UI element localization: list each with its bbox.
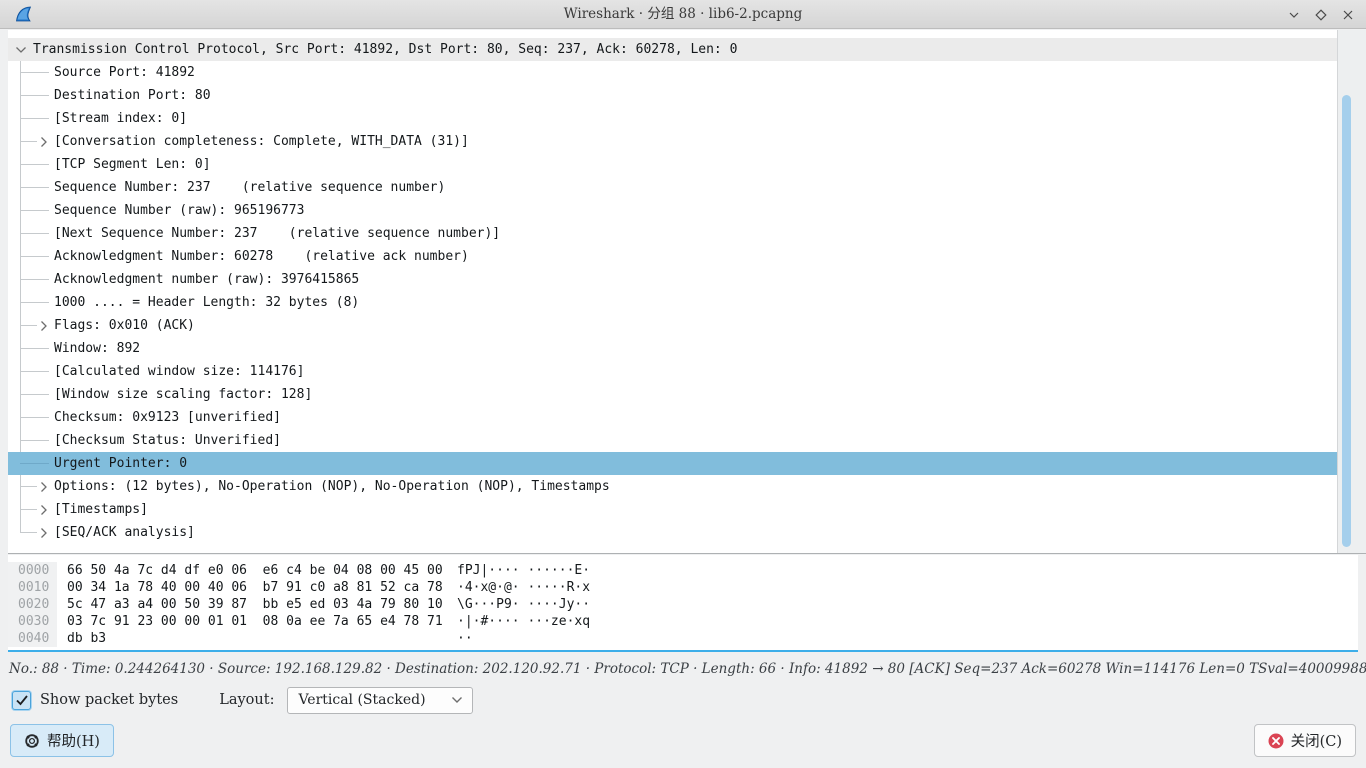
tree-row-text: Flags: 0x010 (ACK) xyxy=(54,318,195,333)
tree-row-text: Window: 892 xyxy=(54,341,140,356)
help-button-label: 帮助(H) xyxy=(47,730,100,751)
tree-row[interactable]: [Calculated window size: 114176] xyxy=(8,360,1337,383)
tree-row[interactable]: [Next Sequence Number: 237 (relative seq… xyxy=(8,222,1337,245)
hex-bytes: 00 34 1a 78 40 00 40 06 b7 91 c0 a8 81 5… xyxy=(67,579,457,596)
close-window-icon[interactable] xyxy=(1341,8,1354,21)
tree-row-text: 1000 .... = Header Length: 32 bytes (8) xyxy=(54,295,359,310)
ascii-bytes: ·4·x@·@· ·····R·x xyxy=(457,580,590,595)
ascii-bytes: \G···P9· ····Jy·· xyxy=(457,597,590,612)
tree-row[interactable]: 1000 .... = Header Length: 32 bytes (8) xyxy=(8,291,1337,314)
tree-row[interactable]: Options: (12 bytes), No-Operation (NOP),… xyxy=(8,475,1337,498)
close-button-label: 关闭(C) xyxy=(1291,730,1342,751)
tree-row[interactable]: Transmission Control Protocol, Src Port:… xyxy=(8,38,1337,61)
byte-offset: 0000 xyxy=(8,562,57,579)
tree-row-text: [Window size scaling factor: 128] xyxy=(54,387,312,402)
checkbox-box[interactable] xyxy=(12,691,31,710)
ascii-bytes: ·|·#···· ···ze·xq xyxy=(457,614,590,629)
tree-row[interactable]: Checksum: 0x9123 [unverified] xyxy=(8,406,1337,429)
tree-row[interactable]: [Timestamps] xyxy=(8,498,1337,521)
tree-row[interactable]: Destination Port: 80 xyxy=(8,84,1337,107)
byte-offset: 0010 xyxy=(8,579,57,596)
hex-row[interactable]: 0000 66 50 4a 7c d4 df e0 06 e6 c4 be 04 … xyxy=(8,562,1358,579)
tree-row-text: Acknowledgment number (raw): 3976415865 xyxy=(54,272,359,287)
scrollbar-thumb[interactable] xyxy=(1342,95,1351,547)
packet-summary-line: No.: 88 · Time: 0.244264130 · Source: 19… xyxy=(9,661,1358,677)
tree-row-text: Destination Port: 80 xyxy=(54,88,211,103)
dialog-button-row: 帮助(H) 关闭(C) xyxy=(10,724,1356,757)
tree-row[interactable]: Acknowledgment number (raw): 3976415865 xyxy=(8,268,1337,291)
byte-offset: 0030 xyxy=(8,613,57,630)
packet-bytes-pane: 0000 66 50 4a 7c d4 df e0 06 e6 c4 be 04 … xyxy=(8,555,1358,652)
tree-row[interactable]: Sequence Number: 237 (relative sequence … xyxy=(8,176,1337,199)
tree-row[interactable]: Sequence Number (raw): 965196773 xyxy=(8,199,1337,222)
window-controls xyxy=(1287,0,1354,29)
maximize-icon[interactable] xyxy=(1314,8,1327,21)
tree-row-text: Checksum: 0x9123 [unverified] xyxy=(54,410,281,425)
tree-row-text: Sequence Number (raw): 965196773 xyxy=(54,203,304,218)
hex-row[interactable]: 0040 db b3·· xyxy=(8,630,1358,647)
hex-bytes: db b3 xyxy=(67,630,457,647)
expand-icon[interactable] xyxy=(37,135,50,148)
tree-row-text: [TCP Segment Len: 0] xyxy=(54,157,211,172)
tree-row[interactable]: Flags: 0x010 (ACK) xyxy=(8,314,1337,337)
chevron-down-icon xyxy=(451,696,463,704)
ascii-bytes: fPJ|···· ······E· xyxy=(457,563,590,578)
tree-row-text: Sequence Number: 237 (relative sequence … xyxy=(54,180,445,195)
tree-row[interactable]: Source Port: 41892 xyxy=(8,61,1337,84)
tree-row[interactable]: [SEQ/ACK analysis] xyxy=(8,521,1337,544)
packet-detail-tree: Transmission Control Protocol, Src Port:… xyxy=(8,30,1366,554)
close-red-icon xyxy=(1268,733,1284,749)
expand-icon[interactable] xyxy=(37,503,50,516)
hex-bytes: 66 50 4a 7c d4 df e0 06 e6 c4 be 04 08 0… xyxy=(67,562,457,579)
expand-icon[interactable] xyxy=(37,526,50,539)
hex-row[interactable]: 0010 00 34 1a 78 40 00 40 06 b7 91 c0 a8 … xyxy=(8,579,1358,596)
show-packet-bytes-label: Show packet bytes xyxy=(40,692,178,708)
help-button[interactable]: 帮助(H) xyxy=(10,724,114,757)
vertical-scrollbar[interactable] xyxy=(1337,30,1366,553)
tree-row-text: Acknowledgment Number: 60278 (relative a… xyxy=(54,249,469,264)
collapse-icon[interactable] xyxy=(14,43,27,56)
close-button[interactable]: 关闭(C) xyxy=(1254,724,1356,757)
tree-row[interactable]: [Conversation completeness: Complete, WI… xyxy=(8,130,1337,153)
tree-row[interactable]: [TCP Segment Len: 0] xyxy=(8,153,1337,176)
tree-row-text: [Conversation completeness: Complete, WI… xyxy=(54,134,469,149)
help-lifebuoy-icon xyxy=(24,733,40,749)
tree-row[interactable]: Acknowledgment Number: 60278 (relative a… xyxy=(8,245,1337,268)
tree-row-text: [SEQ/ACK analysis] xyxy=(54,525,195,540)
tree-row[interactable]: Window: 892 xyxy=(8,337,1337,360)
hex-row[interactable]: 0030 03 7c 91 23 00 00 01 01 08 0a ee 7a … xyxy=(8,613,1358,630)
hex-row[interactable]: 0020 5c 47 a3 a4 00 50 39 87 bb e5 ed 03 … xyxy=(8,596,1358,613)
controls-row: Show packet bytes Layout: Vertical (Stac… xyxy=(12,686,473,714)
hex-bytes: 5c 47 a3 a4 00 50 39 87 bb e5 ed 03 4a 7… xyxy=(67,596,457,613)
tree-row-text: Transmission Control Protocol, Src Port:… xyxy=(33,42,737,57)
tree-row-text: Urgent Pointer: 0 xyxy=(54,456,187,471)
layout-label: Layout: xyxy=(219,692,274,708)
titlebar: Wireshark · 分组 88 · lib6-2.pcapng xyxy=(0,0,1366,29)
ascii-bytes: ·· xyxy=(457,631,473,646)
tree-row-text: [Checksum Status: Unverified] xyxy=(54,433,281,448)
tree-row-text: Options: (12 bytes), No-Operation (NOP),… xyxy=(54,479,610,494)
tree-row-text: Source Port: 41892 xyxy=(54,65,195,80)
expand-icon[interactable] xyxy=(37,319,50,332)
tree-row-text: [Stream index: 0] xyxy=(54,111,187,126)
layout-select-value: Vertical (Stacked) xyxy=(298,692,425,708)
show-packet-bytes-checkbox[interactable]: Show packet bytes xyxy=(12,691,178,710)
tree-row-text: [Timestamps] xyxy=(54,502,148,517)
byte-offset: 0020 xyxy=(8,596,57,613)
tree-row[interactable]: Urgent Pointer: 0 xyxy=(8,452,1337,475)
tree-row[interactable]: [Checksum Status: Unverified] xyxy=(8,429,1337,452)
tree-row[interactable]: [Stream index: 0] xyxy=(8,107,1337,130)
layout-select[interactable]: Vertical (Stacked) xyxy=(287,687,473,714)
tree-row-text: [Next Sequence Number: 237 (relative seq… xyxy=(54,226,500,241)
tree-row-text: [Calculated window size: 114176] xyxy=(54,364,304,379)
minimize-icon[interactable] xyxy=(1287,8,1300,21)
expand-icon[interactable] xyxy=(37,480,50,493)
tree-row[interactable]: [Window size scaling factor: 128] xyxy=(8,383,1337,406)
window-title: Wireshark · 分组 88 · lib6-2.pcapng xyxy=(0,0,1366,29)
byte-offset: 0040 xyxy=(8,630,57,647)
hex-bytes: 03 7c 91 23 00 00 01 01 08 0a ee 7a 65 e… xyxy=(67,613,457,630)
